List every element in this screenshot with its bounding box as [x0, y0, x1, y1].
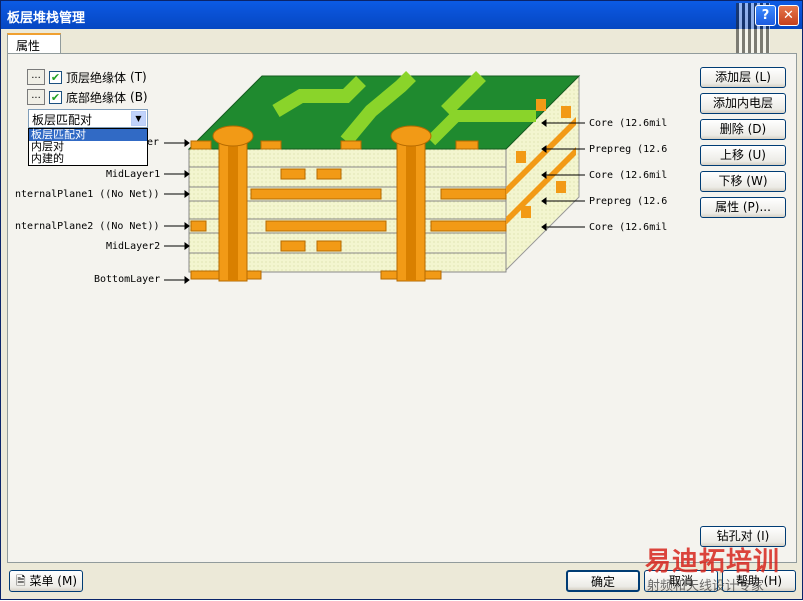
copper-pad [190, 270, 220, 280]
delete-button[interactable]: 删除 (D) [700, 119, 786, 140]
add-layer-button[interactable]: 添加层 (L) [700, 67, 786, 88]
side-pad [536, 99, 546, 111]
copper-pad [280, 168, 306, 180]
move-down-button[interactable]: 下移 (W) [700, 171, 786, 192]
properties-button[interactable]: 属性 (P)... [700, 197, 786, 218]
ok-button[interactable]: 确定 [566, 570, 640, 592]
watermark-logo: 易迪拓培训 [645, 547, 781, 577]
menu-icon: 🗎 [16, 574, 30, 588]
copper-pad [455, 140, 479, 150]
via-2-core [406, 139, 416, 281]
via-2-top [390, 125, 432, 147]
via-1-top [212, 125, 254, 147]
side-pad [561, 106, 571, 118]
copper-pad [316, 240, 342, 252]
copper-pad [316, 168, 342, 180]
internal-plane-2b [430, 220, 507, 232]
watermark-subtitle: 射频和天线设计专家 [647, 579, 765, 594]
menu-button[interactable]: 🗎 菜单 (M) [9, 570, 83, 592]
side-pad [521, 206, 531, 218]
internal-plane-1 [250, 188, 382, 200]
via-1-core [228, 139, 238, 281]
copper-pad [340, 140, 362, 150]
copper-pad [280, 240, 306, 252]
layer-stack-diagram [164, 71, 585, 284]
internal-plane-1b [440, 188, 507, 200]
add-plane-button[interactable]: 添加内电层 [700, 93, 786, 114]
internal-plane-2a [190, 220, 207, 232]
internal-plane-2 [265, 220, 387, 232]
side-pad [516, 151, 526, 163]
move-up-button[interactable]: 上移 (U) [700, 145, 786, 166]
side-pad [556, 181, 566, 193]
copper-pad [260, 140, 282, 150]
copper-pad [190, 140, 212, 150]
layer-stack-manager-window: 板层堆栈管理 ? ✕ 属性 ... ✔ 顶层绝缘体 (T) ... ✔ 底部绝缘… [0, 0, 803, 600]
menu-button-label: 菜单 (M) [29, 574, 78, 588]
left-arrows [164, 139, 190, 284]
